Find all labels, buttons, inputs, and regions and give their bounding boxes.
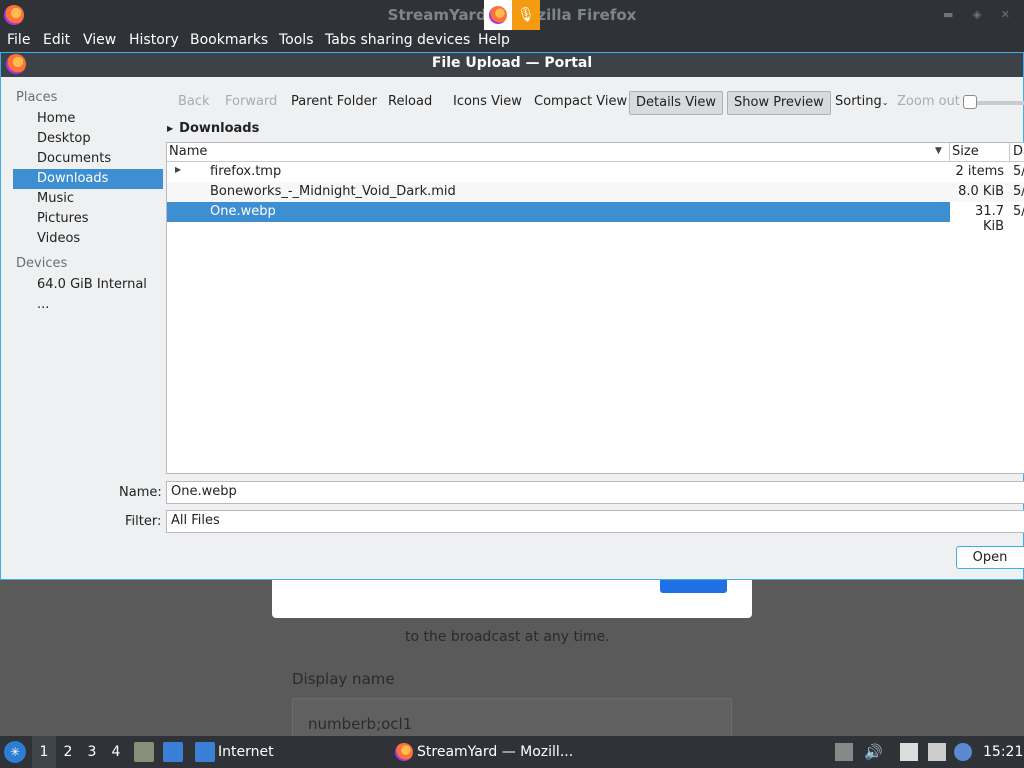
- file-date: 5/: [1013, 184, 1024, 199]
- desktop-icon[interactable]: [163, 742, 183, 762]
- sharing-firefox-icon: [484, 0, 512, 30]
- column-separator: [949, 143, 950, 162]
- show-preview-button[interactable]: Show Preview: [727, 91, 831, 115]
- firefox-logo-icon: [395, 743, 413, 761]
- parent-folder-button[interactable]: Parent Folder: [285, 91, 383, 115]
- file-size: 31.7 KiB: [975, 204, 1004, 234]
- place-documents[interactable]: Documents: [13, 149, 163, 169]
- background-text: to the broadcast at any time.: [405, 629, 610, 645]
- filter-label: Filter:: [125, 514, 162, 529]
- chevron-down-icon: ⌄: [881, 98, 889, 107]
- dialog-toolbar: Back Forward Parent Folder Reload Icons …: [171, 91, 1024, 117]
- sharing-indicator[interactable]: 🎙: [484, 0, 540, 30]
- menu-bookmarks[interactable]: Bookmarks: [190, 32, 268, 48]
- place-videos[interactable]: Videos: [13, 229, 163, 249]
- sorting-button[interactable]: Sorting⌄: [829, 91, 894, 115]
- workspace-3[interactable]: 3: [80, 736, 104, 768]
- file-name: Boneworks_-_Midnight_Void_Dark.mid: [210, 184, 456, 199]
- icons-view-button[interactable]: Icons View: [447, 91, 528, 115]
- notification-icon[interactable]: [954, 743, 972, 761]
- menu-help[interactable]: Help: [478, 32, 510, 48]
- network-icon[interactable]: [928, 743, 946, 761]
- taskbar: ✳ 1 2 3 4 Internet StreamYard — Mozill..…: [0, 736, 1024, 768]
- zoom-slider[interactable]: [969, 101, 1024, 105]
- menu-history[interactable]: History: [129, 32, 179, 48]
- file-list-header: Name ▼ Size Da: [167, 143, 1024, 162]
- reload-button[interactable]: Reload: [382, 91, 438, 115]
- display-name-label: Display name: [292, 670, 395, 688]
- start-menu-button[interactable]: ✳: [4, 736, 28, 768]
- dialog-title: File Upload — Portal: [431, 55, 593, 71]
- file-size: 2 items: [955, 164, 1004, 179]
- clock[interactable]: 15:21: [983, 736, 1023, 768]
- column-separator: [1009, 143, 1010, 162]
- background-modal: [272, 578, 752, 618]
- column-size[interactable]: Size: [952, 144, 979, 159]
- firefox-logo-icon: [6, 54, 26, 74]
- display-name-input[interactable]: numberb;ocl1: [292, 698, 732, 738]
- breadcrumb-downloads[interactable]: Downloads: [179, 121, 259, 136]
- breadcrumb[interactable]: ▶ Downloads: [167, 121, 259, 136]
- place-pictures[interactable]: Pictures: [13, 209, 163, 229]
- places-panel: Places Home Desktop Documents Downloads …: [13, 87, 163, 312]
- menu-tabs-sharing[interactable]: Tabs sharing devices: [325, 32, 470, 48]
- device-internal-disk[interactable]: 64.0 GiB Internal ...: [13, 275, 163, 312]
- file-row-selected[interactable]: One.webp 31.7 KiB 5/: [167, 202, 1024, 234]
- filename-input[interactable]: One.webp: [166, 481, 1024, 504]
- sort-descending-icon: ▼: [935, 146, 942, 156]
- menu-bar: File Edit View History Bookmarks Tools T…: [0, 30, 1024, 52]
- taskbar-window-firefox[interactable]: StreamYard — Mozill...: [395, 736, 573, 768]
- back-button[interactable]: Back: [172, 91, 216, 115]
- workspace-1[interactable]: 1: [32, 736, 56, 768]
- workspace-4[interactable]: 4: [104, 736, 128, 768]
- expand-arrow-icon[interactable]: ▶: [175, 165, 181, 174]
- file-name: firefox.tmp: [210, 164, 282, 179]
- file-row[interactable]: ▶ firefox.tmp 2 items 5/: [167, 162, 1024, 182]
- file-upload-dialog: File Upload — Portal Places Home Desktop…: [0, 52, 1024, 580]
- zoom-out-button[interactable]: Zoom out: [891, 91, 966, 115]
- compact-view-button[interactable]: Compact View: [528, 91, 633, 115]
- tray-up-icon[interactable]: [835, 743, 853, 761]
- microphone-icon[interactable]: 🎙: [512, 0, 540, 30]
- folder-icon[interactable]: [195, 742, 215, 762]
- file-list: Name ▼ Size Da ▶ firefox.tmp 2 items 5/ …: [166, 142, 1024, 474]
- file-date: 5/: [1013, 164, 1024, 179]
- place-desktop[interactable]: Desktop: [13, 129, 163, 149]
- sorting-label: Sorting: [835, 94, 882, 109]
- filter-select[interactable]: All Files: [166, 510, 1024, 533]
- file-manager-icon[interactable]: [134, 742, 154, 762]
- start-logo-icon: ✳: [4, 741, 26, 763]
- file-date: 5/: [1013, 204, 1024, 219]
- window-controls[interactable]: ▬ ◈ ✕: [943, 8, 1018, 21]
- volume-icon[interactable]: 🔊: [864, 736, 883, 768]
- workspace-2[interactable]: 2: [56, 736, 80, 768]
- clipboard-icon[interactable]: [900, 743, 918, 761]
- background-modal-button[interactable]: [660, 578, 727, 593]
- file-name: One.webp: [210, 204, 276, 219]
- taskbar-window-label: StreamYard — Mozill...: [417, 744, 574, 760]
- chevron-right-icon: ▶: [167, 124, 174, 133]
- file-size: 8.0 KiB: [958, 184, 1004, 199]
- column-date[interactable]: Da: [1013, 144, 1024, 159]
- file-row[interactable]: Boneworks_-_Midnight_Void_Dark.mid 8.0 K…: [167, 182, 1024, 202]
- selection-highlight: [167, 202, 950, 222]
- places-section-header: Places: [16, 90, 58, 105]
- open-button[interactable]: Open: [956, 546, 1024, 569]
- place-home[interactable]: Home: [13, 109, 163, 129]
- details-view-button[interactable]: Details View: [629, 91, 724, 115]
- menu-view[interactable]: View: [83, 32, 116, 48]
- menu-edit[interactable]: Edit: [43, 32, 70, 48]
- dialog-titlebar: File Upload — Portal: [1, 53, 1023, 77]
- forward-button[interactable]: Forward: [219, 91, 283, 115]
- menu-tools[interactable]: Tools: [279, 32, 314, 48]
- menu-file[interactable]: File: [7, 32, 30, 48]
- place-downloads[interactable]: Downloads: [13, 169, 163, 189]
- place-music[interactable]: Music: [13, 189, 163, 209]
- devices-section-header: Devices: [16, 256, 68, 271]
- column-name[interactable]: Name: [169, 144, 207, 159]
- internet-launcher[interactable]: Internet: [218, 736, 274, 768]
- zoom-slider-handle[interactable]: [963, 95, 977, 109]
- name-label: Name:: [119, 485, 162, 500]
